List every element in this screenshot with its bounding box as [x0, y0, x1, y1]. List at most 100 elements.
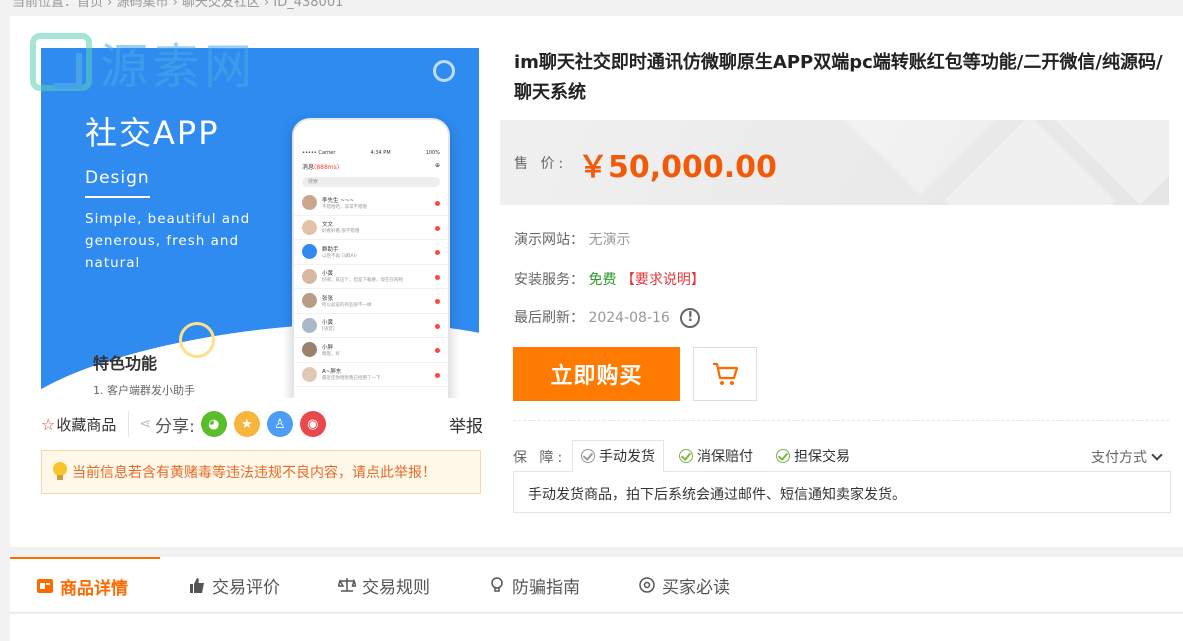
unread-dot-icon [435, 250, 440, 256]
phone-chat-row: 小黄 好啊，就这个，但是下载要，现在在购物 [294, 265, 448, 289]
document-icon [36, 577, 54, 595]
scale-icon [337, 576, 358, 594]
phone-chat-row: 李先生 ~~~ 不错哈哈，非常不错哦 [294, 191, 448, 216]
avatar [302, 219, 317, 235]
lightbulb-icon [52, 462, 68, 482]
phone-chat-name: 文文 [322, 222, 334, 229]
chevron-down-icon [1151, 449, 1163, 461]
unread-dot-icon [435, 201, 440, 207]
unread-dot-icon [435, 372, 440, 378]
phone-chat-row: A~胖东 最近还你哈啦我已经看了一下 [294, 363, 448, 387]
logo-mark-icon [30, 33, 92, 91]
thumbs-up-icon [188, 576, 206, 594]
check-icon [776, 449, 790, 463]
phone-chat-row: 文文 好看好看,很不错哦 [294, 216, 448, 240]
tab-reviews[interactable]: 交易评价 [188, 557, 280, 613]
last-refresh-row: 最后刷新： 2024-08-16 ! [514, 307, 701, 328]
report-warning[interactable]: 当前信息若含有黄赌毒等违法违规不良内容，请点此举报！ [41, 450, 481, 494]
share-icon: ⋖ [139, 416, 152, 432]
phone-chat-text: A~胖东 最近还你哈啦我已经看了一下 [317, 367, 424, 381]
details-content [10, 614, 1183, 641]
phone-chat-row: 张张 所以就说的有些很不一样 [294, 289, 448, 314]
avatar [302, 244, 317, 260]
hero-description: Simple, beautiful and generous, fresh an… [85, 211, 251, 271]
product-title: im聊天社交即时通讯仿微聊原生APP双端pc端转账红包等功能/二开微信/纯源码/… [514, 52, 1163, 103]
favorite-button[interactable]: ☆ 收藏商品 [41, 414, 116, 435]
phone-chat-row: 小黄 [语音] [294, 314, 448, 338]
avatar [302, 366, 317, 382]
demo-site-row: 演示网站： 无演示 [514, 229, 630, 249]
weibo-share-icon[interactable]: ◉ [299, 411, 326, 437]
phone-chat-message: 最近还你哈啦我已经看了一下 [322, 376, 381, 382]
phone-chat-name: 群助手 [322, 246, 339, 253]
payment-methods-dropdown[interactable]: 支付方式 [1091, 447, 1163, 467]
phone-chat-name: A~胖东 [322, 369, 342, 376]
phone-status-bar: ••••• Carrier 4:34 PM 100% [294, 120, 448, 158]
compass-icon [638, 576, 656, 594]
phone-header: 消息(888ms) ⊕ [294, 158, 448, 175]
price-box: 售 价: ￥50,000.00 [500, 120, 1169, 205]
install-requirements-link[interactable]: 【要求说明】 [621, 272, 705, 288]
site-logo: 源素网 [30, 32, 256, 95]
guarantee-tab-label: 担保交易 [794, 449, 850, 465]
tab-anti-fraud[interactable]: 防骗指南 [488, 557, 580, 613]
wechat-share-icon[interactable]: ◕ [200, 411, 227, 437]
phone-chat-list: 李先生 ~~~ 不错哈哈，非常不错哦文文 好看好看,很不错哦 群助手 以后不再 (3群A… [294, 191, 448, 387]
payment-methods-label: 支付方式 [1091, 450, 1147, 466]
phone-chat-name: 小胖 [322, 344, 334, 351]
decor-ring-icon [433, 60, 455, 82]
tab-buyer-notice[interactable]: 买家必读 [638, 557, 730, 613]
phone-header-title: 消息 [302, 164, 315, 171]
phone-chat-message: 好啊，就这个，但是下载要，现在在购物 [322, 278, 403, 284]
buy-now-button[interactable]: 立即购买 [513, 347, 680, 401]
phone-chat-text: 张张 所以就说的有些很不一样 [317, 294, 424, 308]
unread-dot-icon [435, 348, 440, 354]
phone-chat-name: 张张 [322, 295, 334, 302]
favorite-label: 收藏商品 [56, 415, 117, 434]
price-value: ￥50,000.00 [578, 150, 777, 185]
install-service-label: 安装服务： [514, 272, 584, 288]
help-icon[interactable]: ! [680, 308, 701, 328]
phone-chat-text: 群助手 以后不再 (3群AI) [317, 245, 424, 259]
report-link[interactable]: 举报 [449, 412, 483, 437]
phone-header-badge: (888ms) [314, 164, 340, 171]
install-service-value: 免费 [588, 272, 617, 288]
guarantee-tab-compensation[interactable]: 消保赔付 [679, 440, 753, 472]
tab-rules[interactable]: 交易规则 [337, 557, 430, 613]
warning-text: 当前信息若含有黄赌毒等违法违规不良内容，请点此举报！ [72, 465, 436, 481]
tab-product-details[interactable]: 商品详情 [10, 557, 160, 613]
unread-dot-icon [435, 225, 440, 231]
phone-chat-row: 群助手 以后不再 (3群AI) [294, 240, 448, 265]
avatar [302, 268, 317, 284]
phone-chat-name: 小黄 [322, 271, 334, 278]
phone-carrier: ••••• Carrier [302, 150, 336, 156]
detail-tabs: 商品详情 交易评价 交易规则 防骗指南 买家必读 [10, 557, 1183, 613]
phone-chat-message: 嗯嗯，好 [322, 351, 340, 357]
phone-chat-meta [424, 297, 440, 305]
phone-chat-name: 李先生 ~~~ [322, 197, 355, 204]
guarantee-bar: 保 障: 手动发货 消保赔付 担保交易 支付方式 [513, 440, 1171, 472]
phone-chat-meta [424, 248, 440, 256]
price-label: 售 价: [514, 156, 568, 172]
unread-dot-icon [435, 323, 440, 329]
product-image[interactable]: 社交APP Design Simple, beautiful and gener… [41, 48, 479, 398]
add-to-cart-button[interactable] [693, 347, 757, 401]
qq-share-icon[interactable]: ♙ [266, 411, 293, 437]
unread-dot-icon [435, 299, 440, 305]
guarantee-tab-label: 手动发货 [599, 449, 655, 465]
install-service-row: 安装服务： 免费 【要求说明】 [514, 269, 705, 289]
check-icon [679, 449, 693, 463]
phone-chat-meta [424, 224, 440, 231]
phone-chat-meta [424, 273, 440, 280]
hero-title: 社交APP [85, 114, 220, 152]
phone-chat-text: 文文 好看好看,很不错哦 [317, 220, 424, 234]
qzone-share-icon[interactable]: ★ [233, 411, 260, 437]
phone-chat-meta [424, 322, 440, 329]
guarantee-tab-label: 消保赔付 [697, 449, 753, 465]
divider [513, 420, 1169, 421]
demo-site-value: 无演示 [588, 232, 631, 248]
lightbulb-outline-icon [488, 576, 506, 594]
guarantee-tab-manual-delivery[interactable]: 手动发货 [572, 440, 664, 472]
guarantee-tab-escrow[interactable]: 担保交易 [776, 440, 850, 472]
last-refresh-value: 2024-08-16 [588, 310, 670, 326]
